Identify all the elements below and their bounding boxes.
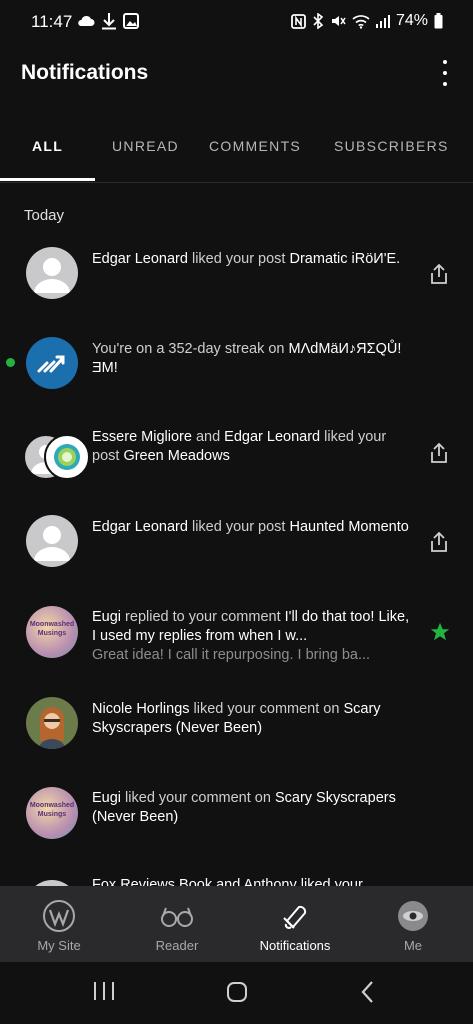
battery-percent: 74%: [395, 12, 428, 29]
nav-reader[interactable]: Reader: [118, 886, 236, 962]
battery-icon: [434, 13, 443, 29]
section-header-today: Today: [24, 207, 65, 224]
mute-icon: [331, 16, 346, 26]
notification-text: Essere Migliore and Edgar Leonard liked …: [92, 429, 387, 464]
avatar: Moonwashed Musings: [26, 606, 78, 658]
bottom-navigation: My Site Reader Notifications Me: [0, 886, 473, 962]
notification-item[interactable]: Moonwashed Musings Eugi replied to your …: [0, 588, 473, 678]
avatar: [26, 515, 78, 567]
notification-text: Eugi replied to your comment I'll do tha…: [92, 609, 410, 663]
tab-unread[interactable]: UNREAD: [112, 138, 179, 154]
nfc-icon: [291, 13, 306, 29]
page-title: Notifications: [21, 61, 149, 84]
active-tab-indicator: [0, 178, 95, 181]
download-icon: [102, 13, 116, 30]
share-icon[interactable]: [427, 530, 451, 554]
nav-my-site[interactable]: My Site: [0, 886, 118, 962]
share-icon[interactable]: [427, 262, 451, 286]
nav-notifications[interactable]: Notifications: [236, 886, 354, 962]
notification-item[interactable]: Fox Reviews Book and Anthony liked your: [0, 858, 473, 886]
avatar: Moonwashed Musings: [26, 787, 78, 839]
status-bar: 11:47 74%: [0, 0, 473, 46]
notification-text: Eugi liked your comment on Scary Skyscra…: [92, 790, 396, 825]
tab-subscribers[interactable]: SUBSCRIBERS: [334, 138, 449, 154]
image-icon: [123, 13, 139, 29]
system-navigation-bar: [0, 962, 473, 1024]
notification-text: You're on a 352-day streak on MΛdMäИ♪ЯΣQ…: [92, 341, 402, 376]
share-icon[interactable]: [427, 441, 451, 465]
avatar: [44, 434, 90, 480]
cloud-icon: [78, 15, 95, 26]
notification-item[interactable]: Nicole Horlings liked your comment on Sc…: [0, 678, 473, 768]
home-icon[interactable]: [225, 980, 249, 1004]
notification-item[interactable]: Moonwashed Musings Eugi liked your comme…: [0, 768, 473, 858]
recent-apps-icon[interactable]: [92, 980, 116, 1002]
streak-icon: [26, 337, 78, 389]
back-icon[interactable]: [358, 980, 378, 1004]
wifi-icon: [352, 14, 370, 29]
notification-item[interactable]: Edgar Leonard liked your post Haunted Mo…: [0, 498, 473, 588]
notification-item[interactable]: You're on a 352-day streak on MΛdMäИ♪ЯΣQ…: [0, 318, 473, 408]
avatar: [26, 247, 78, 299]
unread-indicator: [6, 358, 15, 367]
wordpress-icon: [43, 900, 75, 932]
filter-tabs: ALL UNREAD COMMENTS SUBSCRIBERS: [0, 120, 473, 183]
tab-all[interactable]: ALL: [32, 138, 63, 154]
notification-text: Nicole Horlings liked your comment on Sc…: [92, 701, 381, 736]
bell-icon: [283, 905, 307, 929]
status-time: 11:47: [31, 12, 73, 31]
nav-me[interactable]: Me: [354, 886, 472, 962]
more-options-icon[interactable]: [441, 60, 449, 86]
avatar: [26, 697, 78, 749]
signal-icon: [375, 15, 390, 28]
notification-text: Fox Reviews Book and Anthony liked your: [92, 877, 363, 886]
star-icon[interactable]: [429, 621, 451, 643]
tab-comments[interactable]: COMMENTS: [209, 138, 301, 154]
profile-avatar-icon: [398, 901, 428, 931]
notification-item[interactable]: Essere Migliore and Edgar Leonard liked …: [0, 408, 473, 498]
notification-text: Edgar Leonard liked your post Haunted Mo…: [92, 519, 409, 535]
bluetooth-icon: [313, 13, 324, 29]
app-bar: Notifications: [0, 46, 473, 104]
glasses-icon: [161, 907, 193, 927]
notification-item[interactable]: Edgar Leonard liked your post Dramatic i…: [0, 226, 473, 318]
notification-text: Edgar Leonard liked your post Dramatic i…: [92, 251, 401, 267]
